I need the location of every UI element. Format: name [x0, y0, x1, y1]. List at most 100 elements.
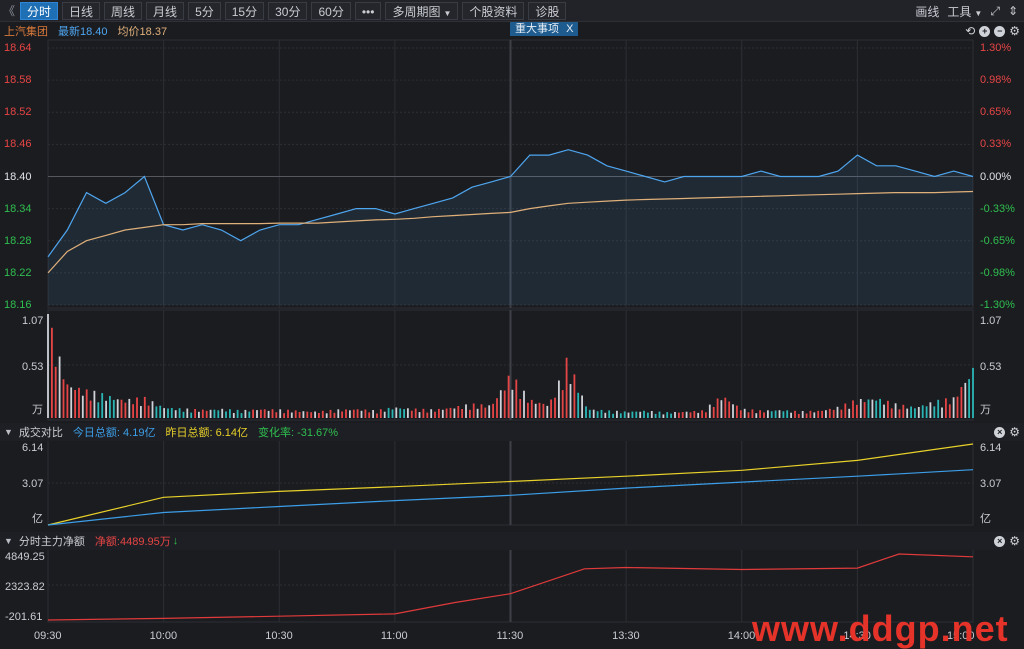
- volume-bar: [801, 411, 804, 418]
- volume-bar: [449, 407, 452, 418]
- volume-bar: [639, 411, 642, 418]
- volume-bar: [906, 408, 909, 418]
- volume-bar: [542, 403, 545, 418]
- volume-bar: [170, 408, 173, 418]
- close-icon[interactable]: ×: [994, 535, 1006, 547]
- turnover-header: ▼ 成交对比 今日总额: 4.19亿 昨日总额: 6.14亿 变化率: -31.…: [0, 423, 1024, 441]
- volume-bar: [163, 408, 165, 418]
- volume-bar: [732, 404, 734, 418]
- time-tick-label: 10:00: [149, 630, 178, 642]
- volume-bar: [438, 408, 440, 418]
- gear-icon[interactable]: ⚙: [1009, 425, 1020, 439]
- volume-mid-right: 0.53: [980, 361, 1002, 373]
- volume-bar: [410, 410, 413, 418]
- chart-canvas[interactable]: [0, 0, 1024, 649]
- volume-bar: [93, 390, 96, 418]
- mainflow-title: 分时主力净额: [18, 536, 85, 548]
- volume-bar: [349, 410, 351, 418]
- volume-bar: [89, 400, 92, 418]
- volume-bar: [51, 327, 53, 418]
- volume-bar: [945, 398, 947, 418]
- volume-bar: [124, 402, 127, 418]
- volume-bar: [178, 408, 181, 418]
- volume-bar: [469, 409, 471, 418]
- volume-bar: [186, 408, 189, 418]
- volume-unit-left: 万: [32, 404, 43, 416]
- collapse-triangle-icon[interactable]: ▼: [4, 536, 13, 546]
- volume-bar: [364, 409, 367, 418]
- volume-bar: [708, 404, 711, 418]
- pct-tick-label: 1.30%: [980, 42, 1012, 54]
- volume-bar: [194, 409, 196, 418]
- volume-bar: [445, 408, 448, 418]
- volume-bar: [236, 409, 239, 418]
- volume-bar: [62, 379, 65, 418]
- close-icon[interactable]: ×: [994, 426, 1006, 438]
- volume-bar: [941, 407, 943, 418]
- volume-bar: [147, 405, 150, 418]
- volume-bar: [743, 408, 746, 418]
- volume-bar: [488, 405, 491, 418]
- volume-bar: [140, 406, 142, 418]
- volume-bar: [112, 399, 115, 418]
- volume-bar: [267, 410, 270, 418]
- gear-icon[interactable]: ⚙: [1009, 534, 1020, 548]
- volume-bar: [232, 413, 235, 418]
- volume-bar: [840, 409, 843, 418]
- volume-bar: [697, 412, 700, 418]
- volume-bar: [345, 409, 347, 418]
- volume-bar: [472, 403, 475, 418]
- volume-bar: [925, 406, 928, 418]
- volume-bar: [457, 406, 460, 418]
- turnover-mid-left: 3.07: [22, 478, 44, 490]
- volume-bar: [588, 409, 591, 418]
- volume-bar: [736, 405, 738, 418]
- volume-bar: [643, 410, 645, 418]
- volume-bar: [797, 414, 800, 418]
- volume-bar: [647, 412, 649, 418]
- volume-bar: [271, 409, 274, 418]
- turnover-title: 成交对比: [18, 427, 63, 439]
- volume-bar: [302, 411, 305, 418]
- collapse-triangle-icon[interactable]: ▼: [4, 427, 13, 437]
- volume-bar: [755, 413, 758, 418]
- volume-bar: [972, 367, 974, 418]
- volume-bar: [821, 410, 823, 418]
- volume-bar: [275, 412, 278, 418]
- volume-bar: [209, 409, 212, 418]
- volume-bar: [329, 409, 332, 418]
- mainflow-panel-icons: × ⚙: [994, 533, 1020, 549]
- volume-bar: [917, 407, 920, 418]
- volume-bar: [565, 357, 568, 418]
- volume-bar: [805, 413, 808, 418]
- volume-bar: [70, 387, 73, 418]
- volume-bar: [54, 366, 57, 418]
- volume-bar: [910, 406, 912, 418]
- volume-bar: [492, 403, 494, 418]
- volume-bar: [600, 409, 603, 418]
- volume-bar: [465, 404, 467, 418]
- volume-bar: [190, 412, 193, 418]
- volume-bar: [561, 390, 564, 418]
- volume-bar: [720, 400, 723, 418]
- volume-bar: [395, 407, 398, 418]
- volume-bar: [689, 412, 692, 418]
- volume-bar: [352, 409, 355, 418]
- mainflow-net: 净额:4489.95万: [94, 536, 171, 548]
- time-tick-label: 09:30: [34, 630, 62, 642]
- volume-bar: [244, 409, 247, 418]
- volume-bar: [530, 399, 533, 418]
- volume-bar: [480, 404, 483, 418]
- volume-bar: [174, 410, 177, 418]
- volume-bar: [511, 389, 514, 418]
- volume-bar: [705, 412, 707, 418]
- volume-bar: [670, 413, 672, 418]
- volume-bar: [407, 408, 409, 418]
- volume-bar: [871, 399, 874, 418]
- volume-bar: [678, 412, 680, 418]
- turnover-unit-right: 亿: [980, 513, 991, 525]
- pct-tick-label: 0.65%: [980, 106, 1012, 119]
- volume-bar: [546, 405, 549, 418]
- volume-bar: [902, 404, 905, 418]
- volume-bar: [596, 411, 599, 418]
